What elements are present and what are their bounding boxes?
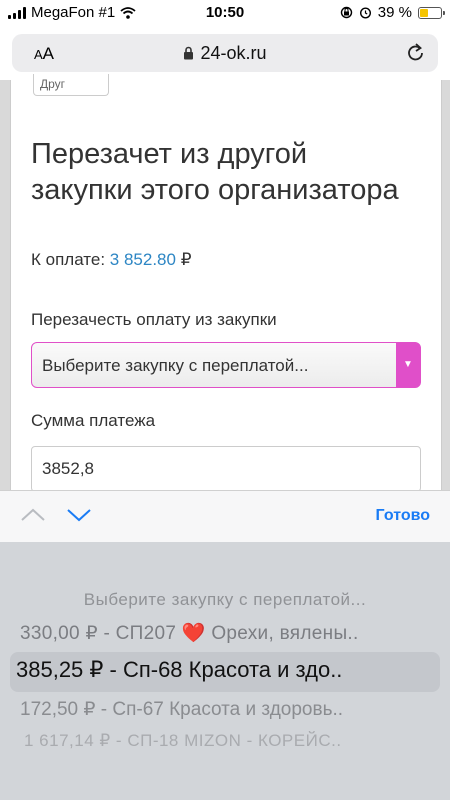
next-field-icon[interactable] <box>66 507 92 523</box>
url-text: 24-ok.ru <box>200 43 267 63</box>
picker-option[interactable]: 330,00 ₽ - СП207 ❤️ Орехи, вялены.. <box>0 621 450 645</box>
previous-field-icon[interactable] <box>20 507 46 523</box>
offset-label: Перезачесть оплату из закупки <box>31 310 277 329</box>
picker-option[interactable]: 1 617,14 ₽ - СП-18 MIZON - КОРЕЙС.. <box>0 731 450 751</box>
lock-icon <box>184 46 194 60</box>
battery-fill <box>420 8 428 17</box>
form-card: Друг Перезачет из другой закупки этого о… <box>10 74 442 492</box>
picker-option[interactable]: 172,50 ₽ - Сп-67 Красота и здоровь.. <box>0 698 450 721</box>
select-arrow-icon[interactable]: ▼ <box>396 343 420 387</box>
keyboard-accessory-bar: Готово <box>0 490 450 542</box>
payment-amount: 3 852.80 <box>109 250 176 269</box>
battery-icon <box>418 6 445 19</box>
battery-percent: 39 % <box>377 4 412 21</box>
address-bar[interactable]: AA 24-ok.ru <box>12 34 438 72</box>
done-button[interactable]: Готово <box>376 507 430 525</box>
orientation-lock-icon <box>340 6 352 19</box>
currency-symbol: ₽ <box>180 250 192 269</box>
purchase-select[interactable]: Выберите закупку с переплатой... ▼ <box>31 342 421 388</box>
section-heading: Перезачет из другой закупки этого органи… <box>31 138 399 206</box>
url-display[interactable]: 24-ok.ru <box>12 43 438 64</box>
previous-field-stub[interactable]: Друг <box>33 74 109 96</box>
sum-label: Сумма платежа <box>31 411 156 430</box>
picker-option-selected[interactable]: 385,25 ₽ - Сп-68 Красота и здо.. <box>0 657 450 683</box>
payment-line: К оплате: 3 852.80 ₽ <box>31 250 192 270</box>
status-bar: MegaFon #1 10:50 39 % <box>0 0 450 26</box>
alarm-icon <box>359 7 371 19</box>
picker-option[interactable]: Выберите закупку с переплатой... <box>0 590 450 610</box>
select-value: Выберите закупку с переплатой... <box>42 356 309 375</box>
payment-label: К оплате: <box>31 250 106 269</box>
status-right: 39 % <box>340 4 445 21</box>
browser-toolbar: AA 24-ok.ru <box>0 26 450 80</box>
picker-wheel[interactable]: Выберите закупку с переплатой... 330,00 … <box>0 542 450 800</box>
reload-icon[interactable] <box>406 42 426 64</box>
sum-input[interactable]: 3852,8 <box>31 446 421 492</box>
